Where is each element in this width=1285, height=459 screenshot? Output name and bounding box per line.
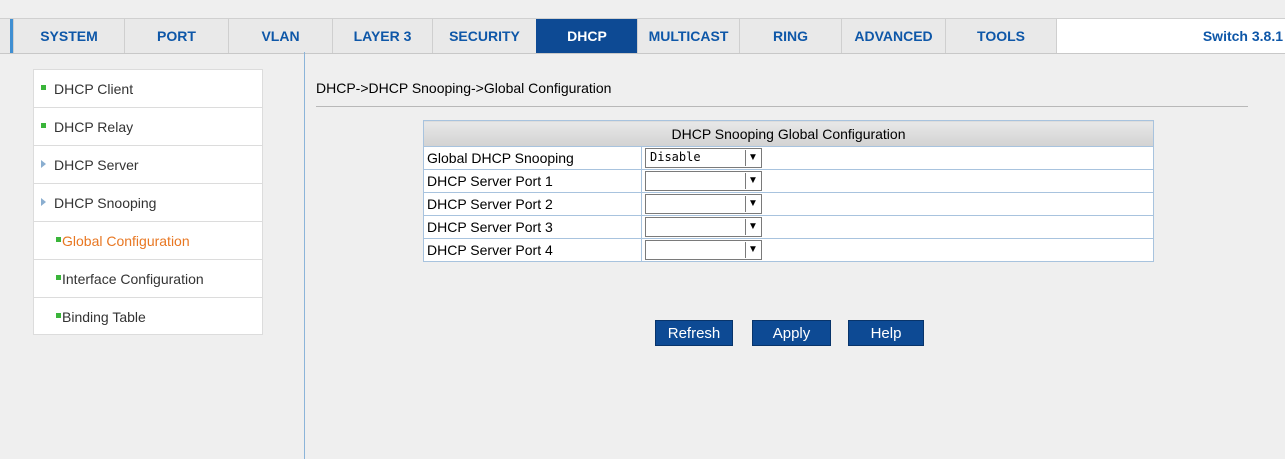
table-row: Global DHCP Snooping Disable ▼: [423, 146, 1154, 170]
server-port-2-select[interactable]: ▼: [645, 194, 762, 214]
breadcrumb-divider: [316, 106, 1248, 107]
sidebar-item-dhcp-snooping[interactable]: DHCP Snooping: [33, 183, 263, 221]
chevron-down-icon[interactable]: ▼: [745, 196, 760, 212]
sidebar-item-binding-table[interactable]: Binding Table: [33, 297, 263, 335]
table-row: DHCP Server Port 1 ▼: [423, 169, 1154, 193]
tab-layer3[interactable]: LAYER 3: [332, 19, 432, 53]
tab-security[interactable]: SECURITY: [432, 19, 536, 53]
tab-port[interactable]: PORT: [124, 19, 228, 53]
square-bullet-icon: [41, 85, 46, 90]
refresh-button[interactable]: Refresh: [655, 320, 733, 346]
tab-vlan[interactable]: VLAN: [228, 19, 332, 53]
apply-button[interactable]: Apply: [752, 320, 831, 346]
row-value-cell: ▼: [641, 215, 1154, 239]
row-label: DHCP Server Port 2: [423, 192, 642, 216]
tab-dhcp[interactable]: DHCP: [536, 19, 637, 53]
table-row: DHCP Server Port 3 ▼: [423, 215, 1154, 239]
row-label: DHCP Server Port 4: [423, 238, 642, 262]
row-label: DHCP Server Port 1: [423, 169, 642, 193]
triangle-expand-icon: [41, 160, 46, 168]
chevron-down-icon[interactable]: ▼: [745, 173, 760, 189]
table-row: DHCP Server Port 2 ▼: [423, 192, 1154, 216]
row-value-cell: ▼: [641, 169, 1154, 193]
sidebar-divider: [304, 52, 305, 459]
version-label: Switch 3.8.1: [1202, 28, 1283, 44]
square-bullet-icon: [56, 237, 61, 242]
row-value-cell: Disable ▼: [641, 146, 1154, 170]
chevron-down-icon[interactable]: ▼: [745, 242, 760, 258]
row-label: DHCP Server Port 3: [423, 215, 642, 239]
sidebar-item-dhcp-server[interactable]: DHCP Server: [33, 145, 263, 183]
config-table: DHCP Snooping Global Configuration Globa…: [423, 120, 1154, 262]
server-port-3-select[interactable]: ▼: [645, 217, 762, 237]
sidebar-item-dhcp-relay[interactable]: DHCP Relay: [33, 107, 263, 145]
tab-ring[interactable]: RING: [739, 19, 841, 53]
sidebar-menu: DHCP Client DHCP Relay DHCP Server DHCP …: [33, 69, 263, 335]
global-snooping-select[interactable]: Disable ▼: [645, 148, 762, 168]
sidebar-item-label: Global Configuration: [62, 233, 190, 249]
tab-system[interactable]: SYSTEM: [13, 19, 124, 53]
sidebar-item-global-configuration[interactable]: Global Configuration: [33, 221, 263, 259]
select-value: Disable: [650, 150, 701, 164]
server-port-1-select[interactable]: ▼: [645, 171, 762, 191]
row-value-cell: ▼: [641, 192, 1154, 216]
top-nav-bar: SYSTEM PORT VLAN LAYER 3 SECURITY DHCP M…: [0, 18, 1285, 54]
chevron-down-icon[interactable]: ▼: [745, 219, 760, 235]
sidebar-item-interface-configuration[interactable]: Interface Configuration: [33, 259, 263, 297]
table-title: DHCP Snooping Global Configuration: [423, 120, 1154, 147]
row-label: Global DHCP Snooping: [423, 146, 642, 170]
help-button[interactable]: Help: [848, 320, 924, 346]
tab-tools[interactable]: TOOLS: [945, 19, 1056, 53]
triangle-expand-icon: [41, 198, 46, 206]
sidebar-item-label: DHCP Server: [54, 157, 139, 173]
chevron-down-icon[interactable]: ▼: [745, 150, 760, 166]
sidebar-item-label: DHCP Relay: [54, 119, 134, 135]
square-bullet-icon: [56, 313, 61, 318]
sidebar-item-label: DHCP Client: [54, 81, 134, 97]
sidebar-item-dhcp-client[interactable]: DHCP Client: [33, 69, 263, 107]
tab-advanced[interactable]: ADVANCED: [841, 19, 945, 53]
sidebar-item-label: Interface Configuration: [62, 271, 204, 287]
row-value-cell: ▼: [641, 238, 1154, 262]
server-port-4-select[interactable]: ▼: [645, 240, 762, 260]
sidebar-item-label: Binding Table: [62, 309, 146, 325]
table-row: DHCP Server Port 4 ▼: [423, 238, 1154, 262]
breadcrumb: DHCP->DHCP Snooping->Global Configuratio…: [316, 80, 612, 96]
sidebar-item-label: DHCP Snooping: [54, 195, 157, 211]
tab-multicast[interactable]: MULTICAST: [637, 19, 739, 53]
square-bullet-icon: [41, 123, 46, 128]
square-bullet-icon: [56, 275, 61, 280]
